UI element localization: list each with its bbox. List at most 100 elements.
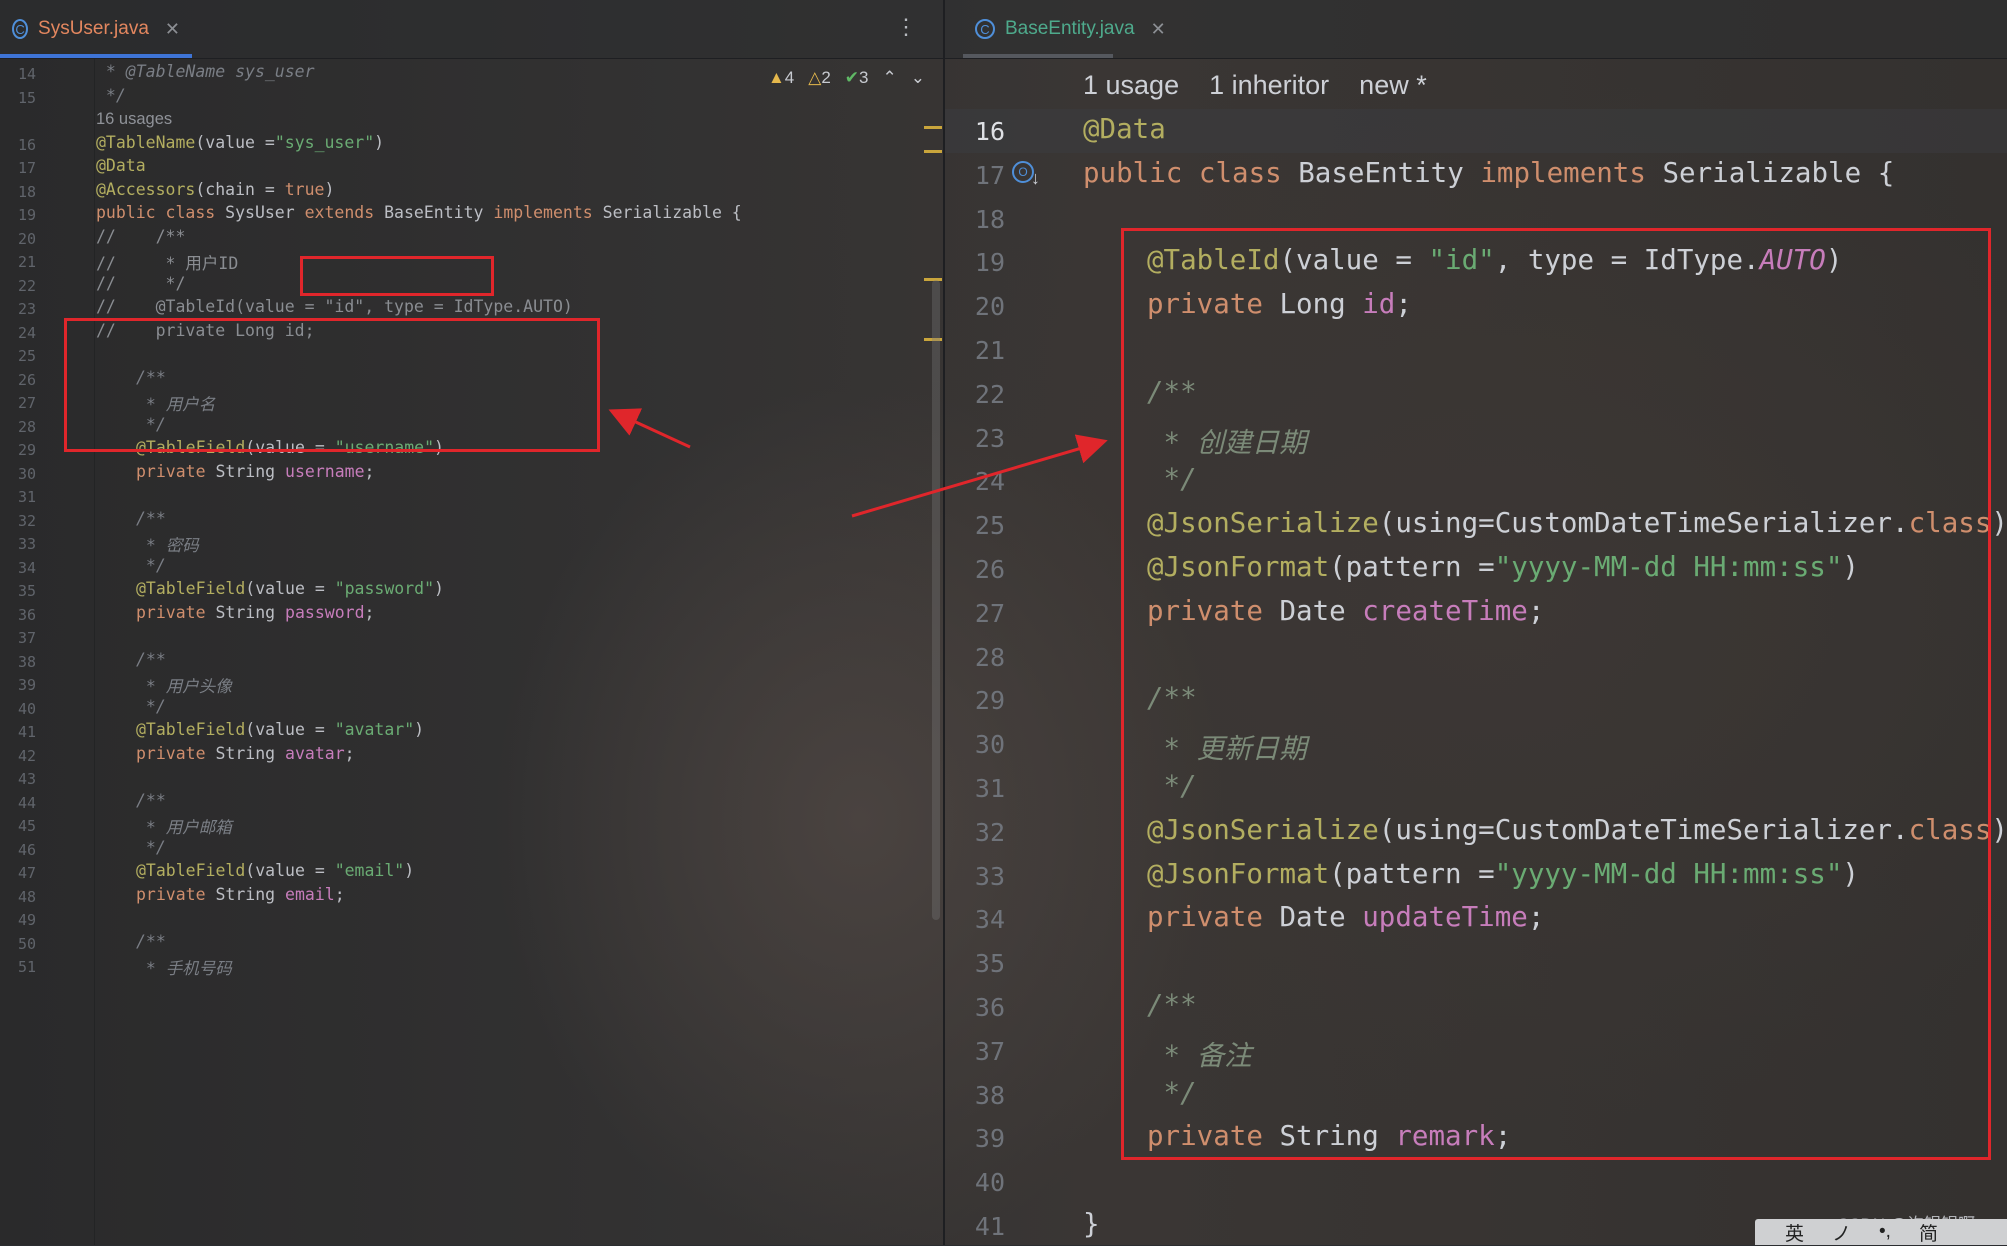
line-number: 30 [974,730,1005,760]
line-number: 25 [17,347,36,365]
code-token: implements [493,203,603,222]
line-number: 23 [974,423,1005,453]
code-line: @TableName(value ="sys_user") [96,133,384,152]
code-line: */ [96,86,126,105]
error-stripe-mark [924,126,942,129]
code-token: @Accessors [96,179,196,199]
close-icon[interactable]: ✕ [165,19,180,40]
code-token: "username" [334,438,435,457]
code-token: @Data [96,156,146,175]
code-token: ) [1991,507,2007,540]
ime-button[interactable]: 简 [1919,1219,1938,1246]
line-number: 18 [974,204,1005,234]
vertical-scrollbar[interactable] [932,280,940,920]
code-token: (value = [245,438,335,457]
code-line: public class BaseEntity implements Seria… [1083,157,1894,189]
line-number: 40 [17,699,36,718]
code-line: /** [136,368,166,387]
line-number: 25 [974,511,1005,541]
code-line: */ [136,838,166,857]
inlay-hint[interactable]: 1 usage [1083,70,1179,100]
code-token: "sys_user" [274,132,375,152]
ime-button[interactable]: •, [1879,1221,1891,1243]
line-number: 24 [17,323,36,342]
code-line: * @TableName sys_user [96,62,315,81]
code-line: /** [136,791,166,810]
code-line: @Data [1083,113,1166,145]
code-line: // */ [96,274,185,293]
code-token: private [136,461,216,481]
code-token: ; [344,743,355,763]
code-token: @TableField [136,720,246,739]
line-number: 16 [17,135,36,154]
code-token: */ [1147,1076,1197,1109]
line-number: 19 [17,206,36,224]
code-token: * 用户名 [136,395,216,414]
code-line: @TableField(value = "email") [136,861,414,880]
ime-button[interactable]: ノ [1832,1219,1851,1246]
code-line: private Date updateTime; [1147,901,1544,933]
ime-toolbar[interactable]: 英 ノ •, 简 [1755,1219,2007,1245]
code-token: ) [1842,857,1859,890]
line-number: 15 [17,88,36,107]
code-token: private [1147,288,1280,321]
line-number: 34 [974,905,1005,935]
code-token: ) [324,179,335,199]
code-token: (value = [245,579,335,598]
code-token: public class [1083,156,1299,189]
code-token: private [136,743,216,763]
line-number: 17 [974,160,1005,190]
line-number: 16 [974,117,1005,146]
code-line: * 更新日期 [1147,726,1307,766]
line-number: 28 [974,642,1005,672]
code-token: (pattern = [1329,551,1495,583]
tab-label: SysUser.java [38,18,149,39]
code-token: /** [136,931,166,951]
code-line: @JsonSerialize(using=CustomDateTimeSeria… [1147,507,2007,539]
line-number: 28 [17,417,36,436]
left-editor-pane: C SysUser.java ✕ ⋮ ▲4 △2 ✔3 ⌃ ⌄ 14 * @Ta… [0,0,943,1245]
inlay-hint[interactable]: new * [1359,70,1427,100]
code-line: /** [136,932,166,951]
code-line: @JsonSerialize(using=CustomDateTimeSeria… [1147,814,2007,846]
code-token: ) [414,720,425,739]
more-options-icon[interactable]: ⋮ [895,14,917,40]
code-token: private [136,884,216,904]
line-number: 21 [974,336,1005,365]
inlay-hint[interactable]: 1 inheritor [1209,70,1329,100]
line-number: 44 [17,793,36,812]
code-line: */ [1147,1077,1197,1109]
code-token: /** [136,790,166,810]
left-code-area[interactable]: 14 * @TableName sys_user 15 */ 16 usages 16… [0,58,943,1245]
ime-button[interactable]: 英 [1785,1219,1804,1246]
line-number: 20 [17,229,36,248]
code-token: Serializable { [1662,156,1895,189]
code-token: ) [434,438,444,457]
code-token: (pattern = [1329,857,1495,890]
code-token: class [1908,813,1992,846]
tab-baseentity-java[interactable]: C BaseEntity.java ✕ [963,0,1178,58]
code-token: (value = [245,861,335,880]
code-token: /** [1147,989,1197,1021]
code-line: * 密码 [136,532,199,556]
code-token: ; [364,461,375,481]
code-token: (using=CustomDateTimeSerializer. [1378,813,1909,846]
code-token: Date [1279,594,1363,627]
code-token: true [284,179,325,199]
code-token: ) [1991,813,2007,846]
class-icon: C [12,19,29,39]
code-token: /** [1147,375,1197,408]
close-icon[interactable]: ✕ [1151,19,1166,40]
code-token: * 创建日期 [1147,426,1307,459]
code-line: 16 usages [96,109,172,129]
code-token: */ [136,414,166,434]
code-token: * @TableName sys_user [96,62,315,81]
code-token: BaseEntity [1298,156,1481,189]
code-token: (using=CustomDateTimeSerializer. [1378,507,1909,540]
code-token: // @TableId(value = "id", type = IdType.… [96,297,573,316]
code-token: @Data [1083,113,1166,145]
line-number: 32 [17,511,36,530]
code-token: (value = [1279,244,1429,277]
code-line: // @TableId(value = "id", type = IdType.… [96,297,573,316]
tab-sysuser-java[interactable]: C SysUser.java ✕ [0,0,192,58]
